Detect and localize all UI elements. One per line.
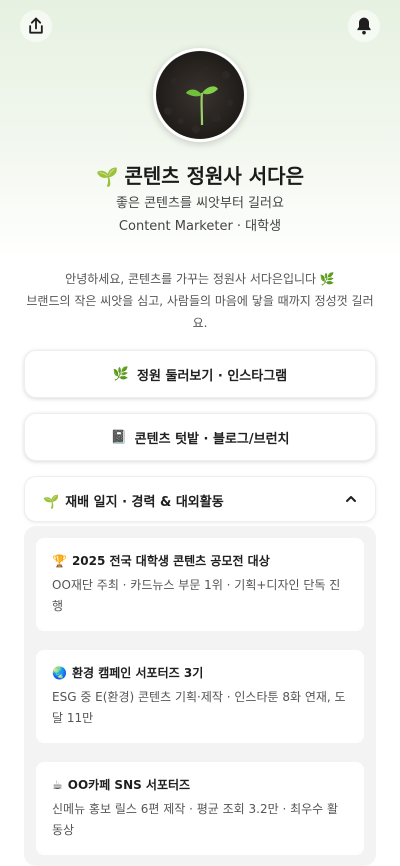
coffee-icon: ☕ xyxy=(52,778,63,792)
chevron-up-icon[interactable] xyxy=(343,491,359,507)
instagram-link-button[interactable]: 🌿 정원 둘러보기 · 인스타그램 xyxy=(24,350,376,398)
notification-button[interactable] xyxy=(348,10,380,42)
career-accordion-header[interactable]: 🌱 재배 일지 · 경력 & 대외활동 xyxy=(24,476,376,522)
career-accordion-body: 🏆 2025 전국 대학생 콘텐츠 공모전 대상 OO재단 주최 · 카드뉴스 부… xyxy=(24,526,376,866)
career-title: 🌏 환경 캠페인 서포터즈 3기 xyxy=(52,666,204,680)
career-title: ☕ OO카페 SNS 서포터즈 xyxy=(52,778,191,792)
career-desc: OO재단 주최 · 카드뉴스 부문 1위 · 기획+디자인 단독 진행 xyxy=(52,578,341,613)
globe-icon: 🌏 xyxy=(52,666,67,680)
profile-tagline: 좋은 콘텐츠를 씨앗부터 길러요 xyxy=(116,196,284,211)
career-desc: ESG 중 E(환경) 콘텐츠 기획·제작 · 인스타툰 8화 연재, 도달 1… xyxy=(52,690,346,725)
career-card[interactable]: 🌏 환경 캠페인 서포터즈 3기 ESG 중 E(환경) 콘텐츠 기획·제작 · … xyxy=(36,650,364,743)
share-icon xyxy=(29,17,43,34)
profile-name: 🌱 콘텐츠 정원사 서다은 xyxy=(96,164,304,188)
link-label: 정원 둘러보기 · 인스타그램 xyxy=(137,368,288,384)
trophy-icon: 🏆 xyxy=(52,554,67,568)
profile-role: Content Marketer · 대학생 xyxy=(118,219,282,234)
sprout-photo xyxy=(156,51,244,139)
career-card[interactable]: ☕ OO카페 SNS 서포터즈 신메뉴 홍보 릴스 6편 제작 · 평균 조회 3… xyxy=(36,762,364,855)
link-label: 콘텐츠 텃밭 · 블로그/브런치 xyxy=(134,431,290,447)
sprout-icon: 🌱 xyxy=(43,495,60,510)
bell-icon xyxy=(357,17,371,35)
accordion-title: 🌱 재배 일지 · 경력 & 대외활동 xyxy=(43,495,224,510)
avatar xyxy=(153,48,247,142)
herb-icon: 🌿 xyxy=(112,366,130,382)
sprout-emoji: 🌱 xyxy=(96,167,119,188)
blog-link-button[interactable]: 📓 콘텐츠 텃밭 · 블로그/브런치 xyxy=(24,413,376,461)
profile-bio: 안녕하세요, 콘텐츠를 가꾸는 정원사 서다은입니다 🌿 브랜드의 작은 씨앗을… xyxy=(26,272,374,330)
career-card[interactable]: 🏆 2025 전국 대학생 콘텐츠 공모전 대상 OO재단 주최 · 카드뉴스 부… xyxy=(36,538,364,631)
career-desc: 신메뉴 홍보 릴스 6편 제작 · 평균 조회 3.2만 · 최우수 활동상 xyxy=(52,802,339,837)
career-title: 🏆 2025 전국 대학생 콘텐츠 공모전 대상 xyxy=(52,554,270,568)
share-button[interactable] xyxy=(20,10,52,42)
notebook-icon: 📓 xyxy=(110,429,127,445)
